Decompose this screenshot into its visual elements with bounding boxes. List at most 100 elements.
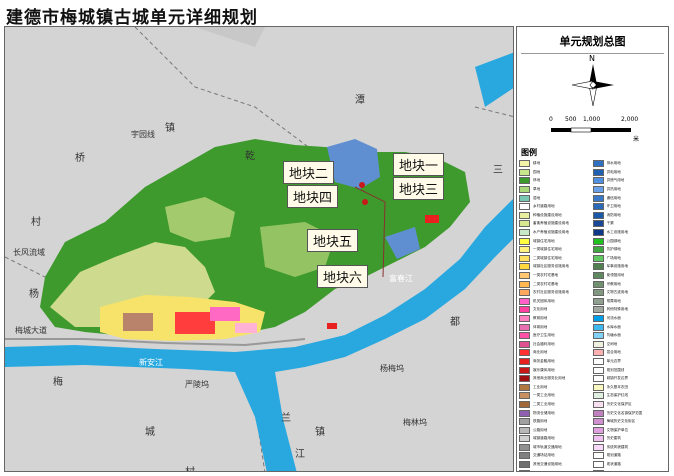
legend-label: 公园绿地 [606, 238, 621, 243]
map-view[interactable]: 镇 潭 乾 桥 村 杨 三 都 梅 城 镇 兰 江 村 宇园线 梅城大道 严陵坞… [4, 26, 514, 472]
legend-item: 医疗卫生用地 [519, 332, 593, 340]
legend-swatch [592, 289, 604, 297]
legend-item: 娱乐康体用地 [519, 366, 593, 374]
legend-item: 湿地 [519, 194, 593, 202]
plot-label-4[interactable]: 地块四 [287, 185, 339, 208]
legend-label: 防护绿地 [606, 247, 621, 252]
legend-item: 永久基本农田 [592, 383, 667, 391]
legend-item: 坑塘水面 [592, 332, 667, 340]
legend-swatch [519, 229, 530, 237]
legend-label: 娱乐康体用地 [533, 367, 555, 372]
legend-item: 社会福利用地 [519, 340, 593, 348]
legend-label: 体育用地 [533, 324, 548, 329]
road-label: 新安江 [139, 358, 163, 367]
legend-swatch [519, 306, 530, 314]
legend-item: 耕地 [519, 160, 593, 168]
legend-label: 城镇住宅用地 [533, 238, 555, 243]
legend-item: 一类城镇住宅用地 [519, 246, 593, 254]
legend-label: 坑塘水面 [606, 333, 621, 338]
urban-public [210, 307, 240, 321]
legend-item: 军事设施用地 [592, 263, 667, 271]
legend-swatch [519, 280, 530, 288]
legend-swatch [592, 409, 604, 417]
legend-label: 消防用地 [606, 212, 621, 217]
legend-label: 机关团体用地 [533, 298, 555, 303]
legend-item: 供燃气用地 [592, 177, 667, 185]
legend-label: 乡村道路用地 [533, 204, 555, 209]
legend-swatch [519, 418, 530, 426]
legend-swatch [519, 203, 530, 211]
legend-swatch [519, 452, 530, 460]
legend-label: 通信用地 [606, 195, 621, 200]
legend-item: 二类工业用地 [519, 400, 593, 409]
legend-label: 传统风貌建筑 [606, 444, 629, 449]
legend-swatch [519, 443, 530, 451]
legend-panel: 单元规划总图 N 0 500 1,000 2,000 米 图例 耕地 园地 林地 草地… [516, 26, 669, 472]
legend-swatch [519, 400, 530, 408]
legend-label: 教育用地 [533, 315, 548, 320]
legend-swatch [592, 426, 604, 434]
scale-tick-2: 1,000 [583, 116, 601, 123]
legend-label: 铁路用地 [533, 419, 548, 424]
legend-label: 商业用地 [533, 350, 548, 355]
plot-label-3[interactable]: 地块三 [393, 177, 445, 200]
legend-swatch [592, 340, 604, 348]
legend-label: 殡葬用地 [606, 298, 621, 303]
legend-label: 铁路线 [607, 471, 618, 472]
legend-label: 其他交通设施用地 [533, 462, 562, 467]
legend-swatch [519, 426, 530, 434]
plot-label-1[interactable]: 地块一 [393, 153, 445, 176]
legend-swatch [519, 263, 530, 271]
road-label: 杨梅坞 [380, 364, 404, 373]
legend-label: 城镇道路用地 [533, 436, 555, 441]
legend-label: 永久基本农田 [606, 384, 629, 389]
plot-label-5[interactable]: 地块五 [307, 229, 359, 252]
legend-swatch [592, 237, 604, 245]
north-arrow: N [517, 54, 668, 116]
legend-swatch [519, 323, 530, 331]
plot-label-2[interactable]: 地块二 [283, 161, 335, 184]
place-label: 三 [493, 165, 503, 176]
legend-item: 商业用地 [519, 349, 593, 357]
legend-item: 畜禽养殖设施建设用地 [519, 220, 593, 228]
road-label: 富春江 [389, 274, 413, 283]
legend-item: 规划范围线 [592, 366, 667, 374]
legend-item: 机关团体用地 [519, 297, 593, 306]
page-title: 建德市梅城镇古城单元详细规划 [6, 8, 258, 28]
legend-label: 现状道路 [606, 462, 621, 467]
legend-label: 交通场站用地 [533, 453, 555, 458]
legend-label: 文物保护单位 [606, 427, 629, 432]
legend-swatch [592, 443, 604, 451]
legend-swatch [592, 263, 604, 271]
legend-item: 防护绿地 [592, 246, 667, 254]
legend-swatch [519, 237, 530, 245]
legend-item: 二类农村宅基地 [519, 280, 593, 288]
legend-swatch [592, 220, 604, 228]
legend-label: 物流仓储用地 [533, 410, 555, 415]
legend-item: 林地 [519, 177, 593, 185]
legend-item: 排水用地 [592, 160, 667, 168]
urban-commercial [175, 312, 215, 334]
plot-label-6[interactable]: 地块六 [317, 265, 369, 288]
legend-label: 广场用地 [606, 255, 621, 260]
legend-label: 环卫用地 [606, 204, 621, 209]
legend-label: 其他商业服务业用地 [533, 376, 566, 381]
legend-swatch [519, 194, 530, 202]
legend-label: 畜禽养殖设施建设用地 [533, 221, 569, 226]
legend-swatch [519, 409, 530, 417]
legend-item: 公路用地 [519, 426, 593, 434]
legend-swatch [519, 469, 530, 471]
legend-swatch [519, 435, 530, 443]
legend-label: 水库水面 [606, 324, 621, 329]
legend-label: 城市轨道交通用地 [533, 444, 562, 449]
legend-swatch [519, 392, 530, 400]
legend-swatch [519, 177, 530, 185]
legend-item: 物流仓储用地 [519, 409, 593, 417]
legend-swatch [519, 340, 530, 348]
legend-item: 历史建筑 [592, 435, 667, 443]
place-label: 乾 [245, 151, 255, 162]
legend-item: 梅城历史文化街区 [592, 418, 667, 426]
legend-swatch [519, 349, 530, 357]
legend-label: 生态保护红线 [606, 393, 629, 398]
legend-item: 种植设施建设用地 [519, 211, 593, 220]
